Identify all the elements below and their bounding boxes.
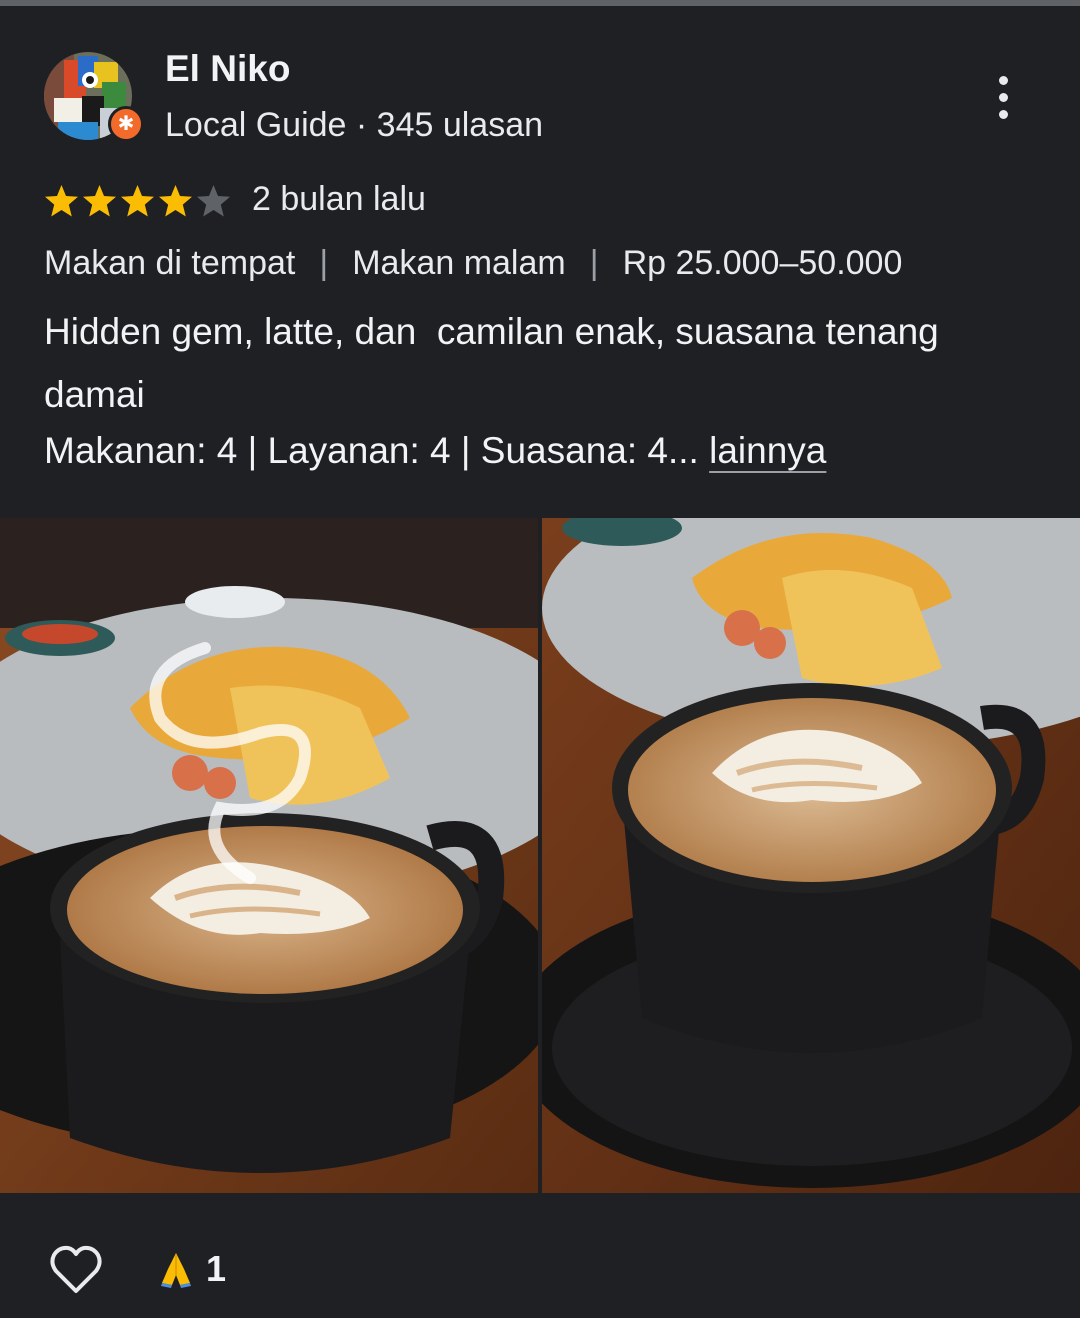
- tag-price-range: Rp 25.000–50.000: [622, 244, 903, 282]
- more-options-button[interactable]: [980, 70, 1026, 124]
- local-guide-badge-icon: ✱: [108, 106, 144, 142]
- star-rating: [43, 183, 232, 220]
- star-filled-icon: [83, 185, 116, 217]
- review-scores: Makanan: 4 | Layanan: 4 | Suasana: 4... …: [44, 430, 826, 472]
- star-empty-icon: [197, 185, 230, 217]
- tag-separator: |: [589, 244, 599, 282]
- tag-dine-in: Makan di tempat: [44, 244, 296, 282]
- review-tags: Makan di tempat | Makan malam | Rp 25.00…: [44, 244, 902, 283]
- star-filled-icon: [159, 185, 192, 217]
- star-filled-icon: [45, 185, 78, 217]
- reviewer-name[interactable]: El Niko: [165, 48, 290, 90]
- heart-outline-icon: [50, 1245, 102, 1293]
- tag-meal-type: Makan malam: [352, 244, 566, 282]
- review-scores-text: Makanan: 4 | Layanan: 4 | Suasana: 4...: [44, 430, 699, 471]
- more-vert-icon-dot: [998, 109, 1008, 119]
- reaction-summary[interactable]: 1: [158, 1248, 226, 1290]
- star-filled-icon: [121, 185, 154, 217]
- top-divider: [0, 0, 1080, 6]
- tag-separator: |: [319, 244, 329, 282]
- reaction-count: 1: [206, 1248, 227, 1289]
- more-vert-icon-dot: [998, 75, 1008, 85]
- review-date: 2 bulan lalu: [252, 180, 426, 218]
- more-vert-icon-dot: [998, 92, 1008, 102]
- review-photo-2[interactable]: [542, 518, 1080, 1193]
- review-photo-1[interactable]: [0, 518, 538, 1193]
- review-text: Hidden gem, latte, dan camilan enak, sua…: [44, 311, 950, 415]
- read-more-link[interactable]: lainnya: [709, 430, 826, 471]
- reviewer-meta[interactable]: Local Guide · 345 ulasan: [165, 106, 543, 145]
- like-button[interactable]: [48, 1243, 104, 1297]
- folded-hands-icon: [161, 1253, 191, 1288]
